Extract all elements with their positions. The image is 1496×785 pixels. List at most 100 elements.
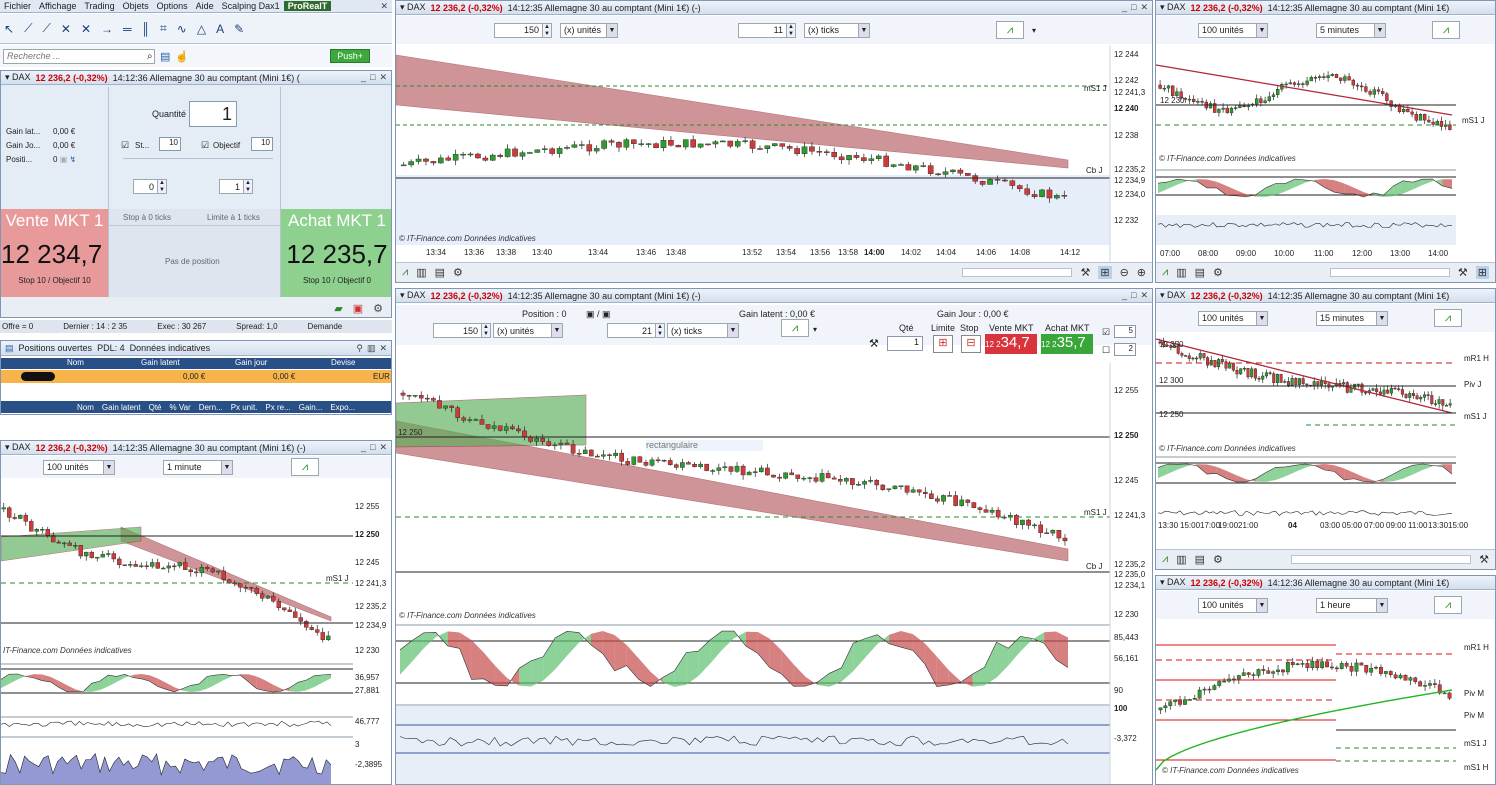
units-select[interactable]: 100 unités ▼ bbox=[43, 459, 115, 475]
instrument-dropdown[interactable]: ▾ DAX bbox=[400, 290, 426, 301]
chart-type-icon[interactable]: ⩘ bbox=[1162, 553, 1168, 566]
units-select[interactable]: 100 unités ▼ bbox=[1198, 310, 1268, 326]
auto-checkbox[interactable]: ☑ bbox=[1102, 327, 1110, 338]
limit-checkbox[interactable]: ☐ bbox=[1102, 345, 1110, 356]
menu-options[interactable]: Options bbox=[153, 1, 192, 11]
scrollbar[interactable] bbox=[962, 268, 1073, 277]
tag-tool-icon[interactable]: ✎ bbox=[234, 22, 244, 36]
zoom-in-icon[interactable]: ⊕ bbox=[1137, 266, 1146, 279]
side-top-input[interactable]: 5 bbox=[1114, 325, 1136, 338]
list-icon[interactable]: ▤ bbox=[160, 50, 170, 63]
table-icon[interactable]: ▤ bbox=[1195, 266, 1205, 279]
indicator-icon[interactable]: ⩘ bbox=[781, 319, 809, 337]
objectif-input[interactable]: 10 bbox=[251, 137, 273, 151]
layout-icon[interactable]: ▥ bbox=[367, 343, 376, 354]
sell-mkt-button[interactable]: 12 234,7 bbox=[985, 334, 1037, 354]
timeframe-select[interactable]: 5 minutes ▼ bbox=[1316, 22, 1386, 38]
table-row[interactable]: 0,00 € 0,00 € EUR bbox=[1, 370, 391, 383]
settings-icon[interactable]: ⚙ bbox=[453, 266, 463, 279]
menu-affichage[interactable]: Affichage bbox=[35, 1, 80, 11]
line-tool-icon[interactable]: ⟋ bbox=[24, 21, 32, 36]
settings-icon[interactable]: ⚙ bbox=[373, 302, 383, 315]
instrument-dropdown[interactable]: ▾ DAX bbox=[1160, 577, 1186, 588]
position-stepper[interactable]: ▣ / ▣ bbox=[586, 309, 611, 320]
curve-tool-icon[interactable]: ∿ bbox=[177, 22, 187, 36]
units-select[interactable]: (x) unités ▼ bbox=[493, 323, 563, 338]
zoom-out-icon[interactable]: ⊖ bbox=[1120, 266, 1129, 279]
ticket-icon[interactable]: ▣ bbox=[353, 302, 363, 315]
units-spinner[interactable]: 150 ▲ ▼ bbox=[494, 22, 552, 38]
indicator-icon[interactable]: ⩘ bbox=[1432, 21, 1460, 39]
minimize-icon[interactable]: _ bbox=[361, 442, 366, 453]
pin-icon[interactable]: ⚲ bbox=[356, 343, 363, 354]
candles-icon[interactable]: ▥ bbox=[1176, 266, 1186, 279]
timeframe-select[interactable]: 1 minute ▼ bbox=[163, 459, 233, 475]
close-icon[interactable]: ✕ bbox=[379, 72, 387, 83]
fibo-tool-icon[interactable]: ⌗ bbox=[160, 21, 167, 36]
triangle-tool-icon[interactable]: △ bbox=[197, 22, 206, 36]
wrench-icon[interactable]: ⚒ bbox=[1479, 553, 1489, 566]
maximize-icon[interactable]: □ bbox=[1131, 2, 1136, 13]
units-spinner[interactable]: 150 ▲ ▼ bbox=[433, 323, 491, 338]
menu-aide[interactable]: Aide bbox=[192, 1, 218, 11]
menu-prorealtime[interactable]: ProRealT bbox=[283, 1, 332, 11]
indicator-icon[interactable]: ⩘ bbox=[291, 458, 319, 476]
minimize-icon[interactable]: _ bbox=[1122, 290, 1127, 301]
limit-order-icon[interactable]: ⊞ bbox=[933, 335, 953, 353]
pointer-icon[interactable]: ↖ bbox=[4, 22, 14, 36]
ticks-select[interactable]: (x) ticks ▼ bbox=[804, 22, 870, 38]
close-icon[interactable]: ✕ bbox=[379, 343, 387, 354]
instrument-dropdown[interactable]: ▾ DAX bbox=[400, 2, 426, 13]
right-offset-spinner[interactable]: 1 ▲ ▼ bbox=[219, 179, 253, 194]
text-tool-icon[interactable]: A bbox=[216, 22, 224, 36]
sell-market-button[interactable]: Vente MKT 1 12 234,7 Stop 10 / Objectif … bbox=[1, 209, 108, 297]
menu-fichier[interactable]: Fichier bbox=[0, 1, 35, 11]
quantity-input[interactable]: 1 bbox=[189, 101, 237, 127]
scrollbar[interactable] bbox=[1291, 555, 1472, 564]
maximize-icon[interactable]: □ bbox=[370, 442, 375, 453]
xline-tool-icon[interactable]: ✕ bbox=[81, 22, 91, 36]
chart-type-icon[interactable]: ⩘ bbox=[402, 266, 408, 279]
qty-input[interactable]: 1 bbox=[887, 336, 923, 351]
instrument-dropdown[interactable]: ▾ DAX bbox=[5, 72, 31, 83]
window-close-icon[interactable]: ✕ bbox=[376, 1, 392, 12]
indicator-icon[interactable]: ⩘ bbox=[1434, 596, 1462, 614]
zoom-fit-icon[interactable]: ⊞ bbox=[1475, 266, 1489, 279]
search-icon[interactable]: ⌕ bbox=[147, 51, 153, 62]
table-icon[interactable]: ▤ bbox=[435, 266, 445, 279]
ticks-select[interactable]: (x) ticks ▼ bbox=[667, 323, 739, 338]
ray-tool-icon[interactable]: ⟋ bbox=[42, 21, 50, 36]
chart-icon[interactable]: ▰ bbox=[334, 302, 342, 315]
buy-market-button[interactable]: Achat MKT 1 12 235,7 Stop 10 / Objectif … bbox=[281, 209, 391, 297]
candles-icon[interactable]: ▥ bbox=[416, 266, 426, 279]
indicator-icon[interactable]: ⩘ bbox=[996, 21, 1024, 39]
menu-trading[interactable]: Trading bbox=[80, 1, 118, 11]
position-settings-icon[interactable]: ↯ bbox=[69, 155, 76, 164]
scrollbar[interactable] bbox=[1329, 268, 1450, 277]
maximize-icon[interactable]: □ bbox=[1131, 290, 1136, 301]
hline-tool-icon[interactable]: ═ bbox=[123, 22, 132, 36]
stop-order-icon[interactable]: ⊟ bbox=[961, 335, 981, 353]
push-button[interactable]: Push+ bbox=[330, 49, 370, 63]
wrench-icon[interactable]: ⚒ bbox=[869, 337, 879, 350]
indicator-icon[interactable]: ⩘ bbox=[1434, 309, 1462, 327]
maximize-icon[interactable]: □ bbox=[370, 72, 375, 83]
wrench-icon[interactable]: ⚒ bbox=[1458, 266, 1468, 279]
timeframe-select[interactable]: 15 minutes ▼ bbox=[1316, 310, 1388, 326]
dropdown-icon[interactable]: ▾ bbox=[813, 325, 817, 334]
stop-input[interactable]: 10 bbox=[159, 137, 181, 151]
zoom-fit-icon[interactable]: ⊞ bbox=[1098, 266, 1112, 279]
timeframe-select[interactable]: 1 heure ▼ bbox=[1316, 597, 1388, 613]
instrument-dropdown[interactable]: ▾ DAX bbox=[1160, 290, 1186, 301]
candles-icon[interactable]: ▥ bbox=[1176, 553, 1186, 566]
table-icon[interactable]: ▤ bbox=[1195, 553, 1205, 566]
hand-icon[interactable]: ☝ bbox=[175, 50, 189, 63]
ticks-spinner[interactable]: 11 ▲ ▼ bbox=[738, 22, 796, 38]
cross-tool-icon[interactable]: ✕ bbox=[61, 22, 71, 36]
search-input[interactable] bbox=[7, 51, 147, 61]
wrench-icon[interactable]: ⚒ bbox=[1080, 266, 1090, 279]
chart-type-icon[interactable]: ⩘ bbox=[1162, 266, 1168, 279]
vline-tool-icon[interactable]: ║ bbox=[142, 22, 151, 36]
instrument-dropdown[interactable]: ▾ DAX bbox=[5, 442, 31, 453]
buy-mkt-button[interactable]: 12 235,7 bbox=[1041, 334, 1093, 354]
